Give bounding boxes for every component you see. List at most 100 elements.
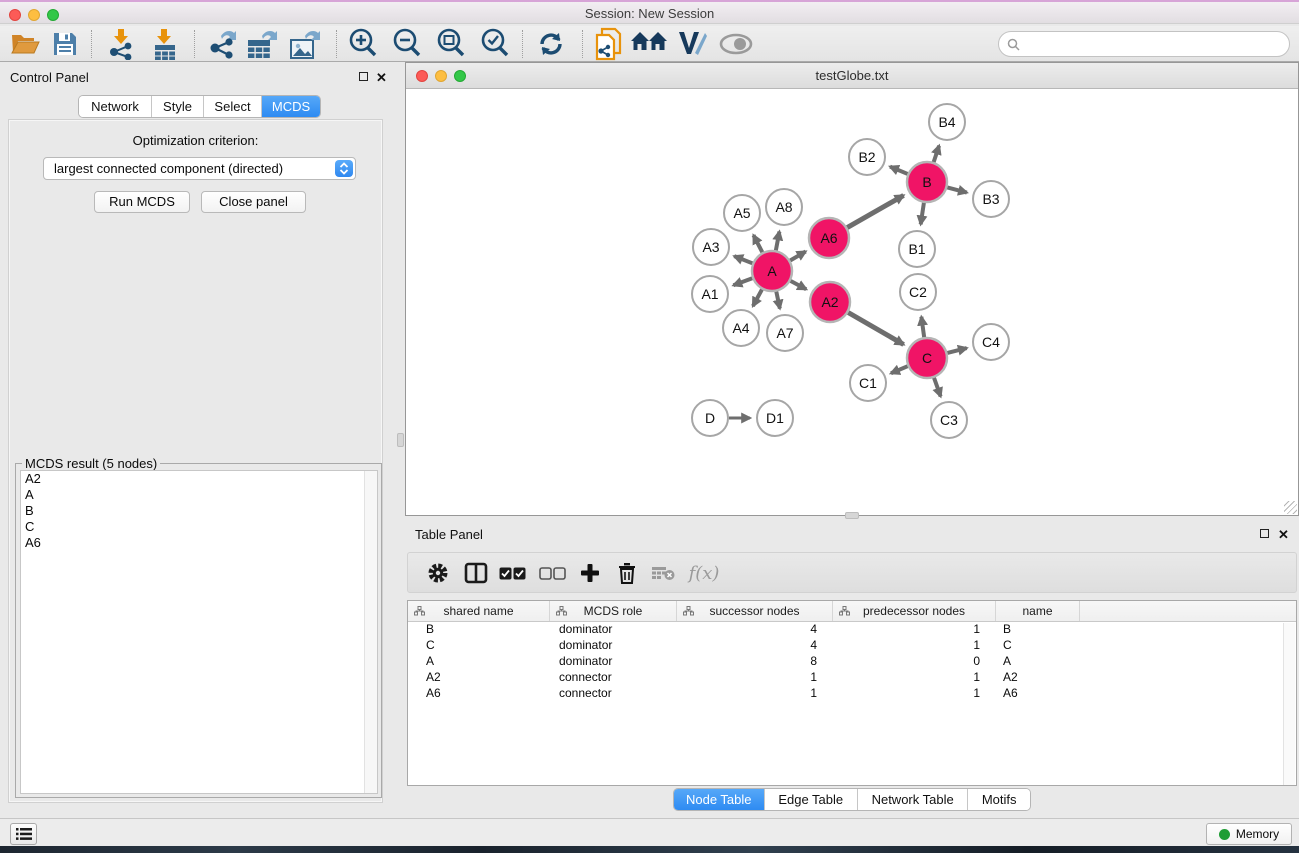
graph-edge-A-A1[interactable] <box>733 278 752 285</box>
graph-node-B1[interactable]: B1 <box>899 231 935 267</box>
graph-node-B2[interactable]: B2 <box>849 139 885 175</box>
graph-edge-B-B2[interactable] <box>890 167 908 174</box>
home-view-button[interactable] <box>630 28 668 60</box>
table-cell[interactable]: 1 <box>677 670 833 686</box>
window-resize-grip[interactable] <box>1284 501 1297 514</box>
tab-network-table[interactable]: Network Table <box>858 789 968 810</box>
zoom-in-button[interactable] <box>344 28 382 60</box>
table-cell[interactable]: 1 <box>833 670 996 686</box>
graph-edge-A-A6[interactable] <box>790 252 805 261</box>
graph-node-C3[interactable]: C3 <box>931 402 967 438</box>
graph-edge-C-C1[interactable] <box>891 366 908 373</box>
table-cell[interactable]: A <box>996 654 1080 670</box>
graph-edge-A-A2[interactable] <box>791 281 807 289</box>
memory-button[interactable]: Memory <box>1206 823 1292 845</box>
optimization-criterion-select[interactable]: largest connected component (directed) <box>43 157 356 180</box>
table-cell[interactable]: A2 <box>996 670 1080 686</box>
graph-node-C[interactable]: C <box>907 338 947 378</box>
table-row[interactable]: Bdominator41B <box>408 622 1296 638</box>
mcds-result-item[interactable]: A <box>21 487 377 503</box>
zoom-out-button[interactable] <box>388 28 426 60</box>
graph-edge-B-B3[interactable] <box>947 187 967 192</box>
table-cell[interactable]: connector <box>550 686 677 702</box>
table-row[interactable]: Adominator80A <box>408 654 1296 670</box>
graph-node-B4[interactable]: B4 <box>929 104 965 140</box>
table-settings-button[interactable] <box>422 558 454 588</box>
graph-node-A[interactable]: A <box>752 251 792 291</box>
close-panel-button[interactable]: Close panel <box>201 191 306 213</box>
table-cell[interactable]: A6 <box>408 686 550 702</box>
graph-node-A3[interactable]: A3 <box>693 229 729 265</box>
graph-node-D[interactable]: D <box>692 400 728 436</box>
table-cell[interactable]: connector <box>550 670 677 686</box>
column-header-shared-name[interactable]: shared name <box>408 601 550 621</box>
table-row[interactable]: Cdominator41C <box>408 638 1296 654</box>
column-header-name[interactable]: name <box>996 601 1080 621</box>
table-cell[interactable]: 1 <box>677 686 833 702</box>
network-overview-button[interactable] <box>589 28 627 60</box>
graph-edge-A6-B[interactable] <box>847 195 903 227</box>
close-table-panel-icon[interactable]: ✕ <box>1278 527 1289 543</box>
graph-edge-B-B4[interactable] <box>934 146 939 162</box>
graph-node-A6[interactable]: A6 <box>809 218 849 258</box>
graph-node-B[interactable]: B <box>907 162 947 202</box>
table-cell[interactable]: A2 <box>408 670 550 686</box>
vertical-splitter-handle[interactable] <box>397 433 404 447</box>
graph-node-C2[interactable]: C2 <box>900 274 936 310</box>
mcds-result-item[interactable]: C <box>21 519 377 535</box>
save-session-button[interactable] <box>46 28 84 60</box>
refresh-view-button[interactable] <box>532 28 570 60</box>
export-table-button[interactable] <box>243 28 281 60</box>
graph-edge-A2-C[interactable] <box>848 312 903 344</box>
search-input[interactable] <box>1025 35 1281 53</box>
graph-edge-A-A4[interactable] <box>753 289 762 306</box>
tab-node-table[interactable]: Node Table <box>674 789 765 810</box>
tab-mcds[interactable]: MCDS <box>262 96 320 117</box>
graph-node-A4[interactable]: A4 <box>723 310 759 346</box>
graph-node-C1[interactable]: C1 <box>850 365 886 401</box>
tab-style[interactable]: Style <box>152 96 204 117</box>
column-header-predecessor-nodes[interactable]: predecessor nodes <box>833 601 996 621</box>
table-cell[interactable]: B <box>408 622 550 638</box>
graph-edge-C-C3[interactable] <box>934 378 941 397</box>
graph-node-A1[interactable]: A1 <box>692 276 728 312</box>
delete-rows-button[interactable] <box>611 558 643 588</box>
zoom-fit-button[interactable] <box>432 28 470 60</box>
graph-edge-C-C4[interactable] <box>947 348 966 353</box>
mcds-result-item[interactable]: A6 <box>21 535 377 551</box>
float-table-panel-icon[interactable] <box>1260 529 1269 538</box>
show-columns-button[interactable] <box>460 558 492 588</box>
table-cell[interactable]: C <box>408 638 550 654</box>
graph-edge-A-A8[interactable] <box>776 232 780 251</box>
graph-edge-C-C2[interactable] <box>921 317 924 337</box>
graph-edge-A-A3[interactable] <box>734 256 752 263</box>
mcds-result-item[interactable]: B <box>21 503 377 519</box>
graph-node-D1[interactable]: D1 <box>757 400 793 436</box>
export-image-button[interactable] <box>286 28 324 60</box>
table-cell[interactable]: dominator <box>550 654 677 670</box>
select-all-button[interactable] <box>496 558 528 588</box>
graph-edge-B-B1[interactable] <box>921 203 924 225</box>
table-cell[interactable]: dominator <box>550 622 677 638</box>
import-network-button[interactable] <box>103 28 141 60</box>
tab-motifs[interactable]: Motifs <box>968 789 1030 810</box>
mcds-result-item[interactable]: A2 <box>21 471 377 487</box>
zoom-selected-button[interactable] <box>476 28 514 60</box>
table-cell[interactable]: 1 <box>833 622 996 638</box>
table-cell[interactable]: C <box>996 638 1080 654</box>
tab-edge-table[interactable]: Edge Table <box>765 789 858 810</box>
horizontal-splitter-handle[interactable] <box>845 512 859 519</box>
result-list-scrollbar[interactable] <box>364 471 377 793</box>
import-table-button[interactable] <box>146 28 184 60</box>
run-mcds-button[interactable]: Run MCDS <box>94 191 190 213</box>
graph-node-B3[interactable]: B3 <box>973 181 1009 217</box>
graph-edge-A-A7[interactable] <box>776 292 780 309</box>
table-row[interactable]: A2connector11A2 <box>408 670 1296 686</box>
graph-node-A8[interactable]: A8 <box>766 189 802 225</box>
table-cell[interactable]: 1 <box>833 638 996 654</box>
table-cell[interactable]: 4 <box>677 622 833 638</box>
table-cell[interactable]: B <box>996 622 1080 638</box>
table-cell[interactable]: 1 <box>833 686 996 702</box>
table-cell[interactable]: A <box>408 654 550 670</box>
graph-edge-A-A5[interactable] <box>753 235 762 252</box>
